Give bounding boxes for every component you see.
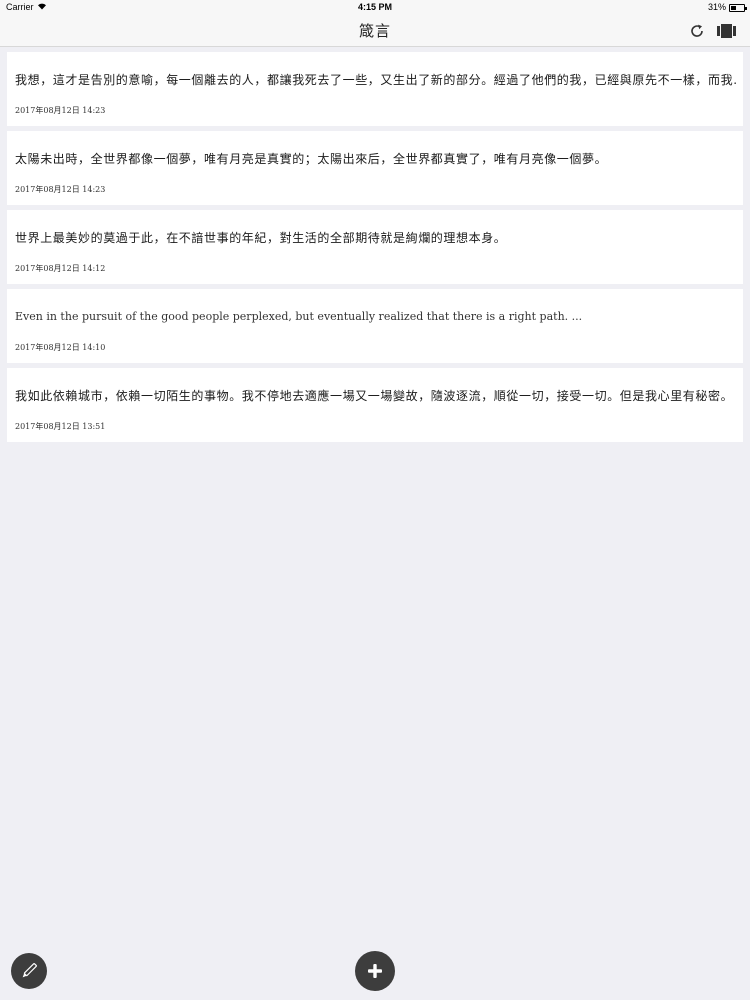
list-item[interactable]: Even in the pursuit of the good people p… [7, 289, 743, 363]
edit-button[interactable] [11, 953, 47, 989]
battery-icon [729, 4, 747, 12]
entry-text: 我如此依賴城市，依賴一切陌生的事物。我不停地去適應一場又一場變故，隨波逐流，順從… [15, 389, 734, 403]
page-title: 箴言 [358, 22, 391, 40]
entry-text: 我想，這才是告別的意喻，每一個離去的人，都讓我死去了一些，又生出了新的部分。經過… [15, 73, 737, 87]
list-item[interactable]: 太陽未出時，全世界都像一個夢，唯有月亮是真實的；太陽出來后，全世界都真實了，唯有… [7, 131, 743, 205]
entry-date: 2017年08月12日 14:10 [15, 343, 106, 352]
quote-list: 我想，這才是告別的意喻，每一個離去的人，都讓我死去了一些，又生出了新的部分。經過… [7, 52, 743, 447]
entry-text: 太陽未出時，全世界都像一個夢，唯有月亮是真實的；太陽出來后，全世界都真實了，唯有… [15, 152, 608, 166]
entry-date: 2017年08月12日 14:23 [15, 106, 106, 115]
status-time: 4:15 PM [357, 2, 392, 12]
entry-date: 2017年08月12日 13:51 [15, 422, 106, 431]
list-item[interactable]: 我想，這才是告別的意喻，每一個離去的人，都讓我死去了一些，又生出了新的部分。經過… [7, 52, 743, 126]
navigation-bar: 箴言 [0, 16, 750, 47]
cards-icon[interactable] [717, 23, 736, 39]
pencil-icon [22, 963, 37, 978]
entry-text: 世界上最美妙的莫過于此，在不諳世事的年紀，對生活的全部期待就是絢爛的理想本身。 [15, 231, 507, 245]
refresh-icon[interactable] [689, 23, 705, 39]
plus-icon [368, 964, 382, 978]
entry-date: 2017年08月12日 14:12 [15, 264, 106, 273]
add-button[interactable] [355, 951, 395, 991]
list-item[interactable]: 我如此依賴城市，依賴一切陌生的事物。我不停地去適應一場又一場變故，隨波逐流，順從… [7, 368, 743, 442]
entry-text: Even in the pursuit of the good people p… [15, 310, 583, 323]
battery-percent: 31% [707, 2, 726, 12]
list-item[interactable]: 世界上最美妙的莫過于此，在不諳世事的年紀，對生活的全部期待就是絢爛的理想本身。 … [7, 210, 743, 284]
status-bar: Carrier 4:15 PM 31% [0, 0, 750, 16]
entry-date: 2017年08月12日 14:23 [15, 185, 106, 194]
